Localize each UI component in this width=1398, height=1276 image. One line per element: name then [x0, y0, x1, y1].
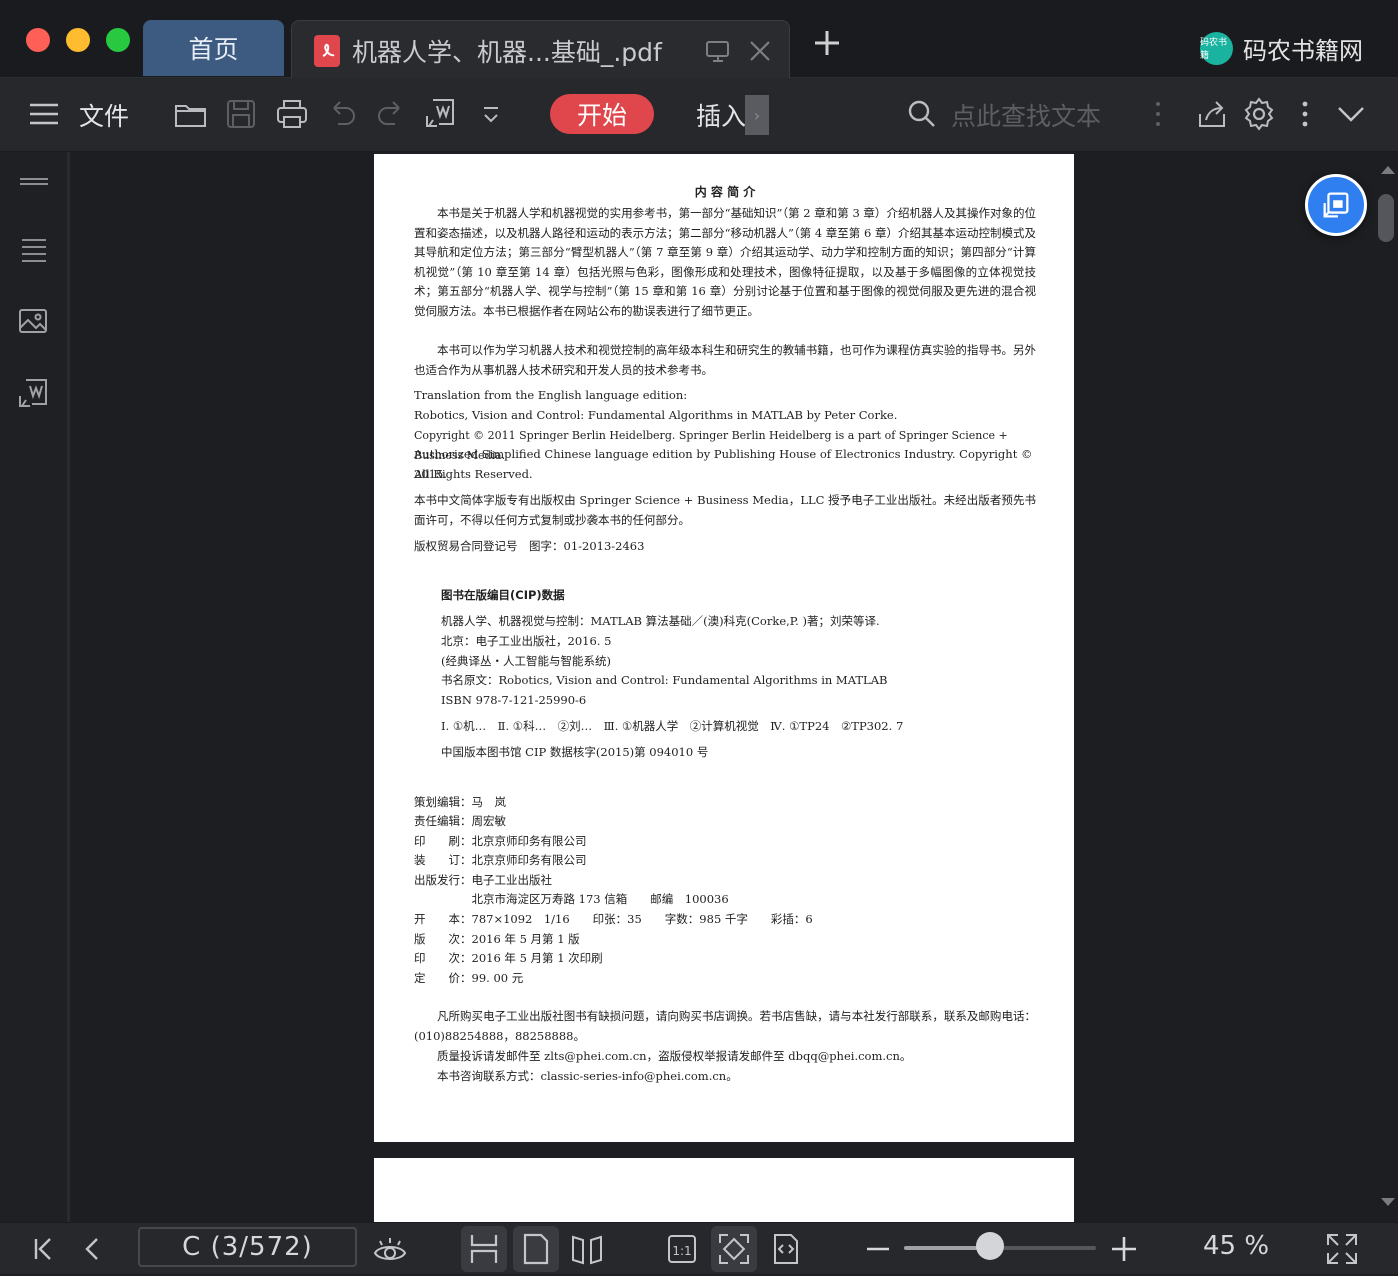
cip-line: (经典译丛・人工智能与智能系统) [441, 654, 611, 668]
zoom-in-icon[interactable] [1106, 1231, 1142, 1267]
file-menu[interactable]: 文件 [79, 97, 129, 133]
pdf-page: 内 容 简 介 本书是关于机器人学和机器视觉的实用参考书，第一部分“基础知识”（… [374, 154, 1074, 1142]
add-tab-button[interactable] [812, 28, 842, 58]
cip-line: 机器人学、机器视觉与控制：MATLAB 算法基础／(澳)科克(Corke,P. … [441, 614, 880, 628]
tab-home-label: 首页 [188, 35, 239, 64]
credit-line: 开 本：787×1092 1/16 印张：35 字数：985 千字 彩插：6 [414, 912, 813, 926]
rights-paragraph: 本书中文简体字版专有出版权由 Springer Science + Busine… [414, 493, 1036, 527]
svg-text:1:1: 1:1 [672, 1244, 691, 1258]
scrollbar-thumb[interactable] [1378, 194, 1394, 242]
cip-line: 书名原文：Robotics, Vision and Control: Funda… [441, 673, 888, 687]
intro-paragraph: 本书是关于机器人学和机器视觉的实用参考书，第一部分“基础知识”（第 2 章和第 … [414, 206, 1036, 318]
save-icon[interactable] [223, 96, 259, 132]
search-icon[interactable] [904, 96, 940, 132]
notice-paragraph: 本书咨询联系方式：classic-series-info@phei.com.cn… [437, 1069, 738, 1083]
intro-title: 内 容 简 介 [694, 185, 756, 199]
credit-line: 责任编辑：周宏敏 [414, 814, 506, 828]
brand-name: 码农书籍网 [1243, 36, 1363, 65]
monitor-icon[interactable] [705, 39, 731, 63]
brand[interactable]: 码农书籍 码农书籍网 [1200, 30, 1363, 66]
cip-number: 中国版本图书馆 CIP 数据核字(2015)第 094010 号 [441, 745, 709, 759]
floating-convert-button[interactable] [1305, 174, 1367, 236]
two-page-icon[interactable] [569, 1231, 605, 1267]
scroll-down-arrow[interactable] [1381, 1198, 1395, 1206]
zoom-level-label[interactable]: 45 % [1203, 1231, 1269, 1261]
cip-classification: Ⅰ. ①机… Ⅱ. ①科… ②刘… Ⅲ. ①机器人学 ②计算机视觉 Ⅳ. ①TP… [441, 719, 904, 733]
tab-start[interactable]: 开始 [550, 94, 654, 134]
maximize-window-button[interactable] [106, 28, 130, 52]
cip-line: 北京：电子工业出版社，2016. 5 [441, 634, 612, 648]
english-edition-line: All Rights Reserved. [414, 467, 533, 481]
notice-paragraph: 凡所购买电子工业出版社图书有缺损问题，请向购买书店调换。若书店售缺，请与本社发行… [414, 1009, 1036, 1043]
actual-size-icon[interactable]: 1:1 [664, 1231, 700, 1267]
vertical-scrollbar[interactable] [1378, 152, 1398, 1222]
pdf-to-word-icon[interactable] [16, 376, 52, 412]
cip-title: 图书在版编目(CIP)数据 [441, 588, 565, 602]
share-icon[interactable] [1194, 96, 1230, 132]
pdf-to-word-icon[interactable] [423, 96, 459, 132]
close-window-button[interactable] [26, 28, 50, 52]
image-icon[interactable] [16, 304, 52, 340]
settings-gear-icon[interactable] [1241, 96, 1277, 132]
credit-line: 印 次：2016 年 5 月第 1 次印刷 [414, 951, 603, 965]
credit-line: 出版发行：电子工业出版社 [414, 873, 552, 887]
minimize-window-button[interactable] [66, 28, 90, 52]
status-bar: C (3/572) 1:1 45 % [0, 1222, 1398, 1274]
zoom-out-icon[interactable] [860, 1231, 896, 1267]
zoom-slider-handle[interactable] [976, 1232, 1004, 1260]
first-page-icon[interactable] [26, 1231, 62, 1267]
redo-icon[interactable] [373, 96, 409, 132]
pdf-file-icon [314, 35, 340, 67]
tab-document[interactable]: 机器人学、机器...基础_.pdf [291, 20, 790, 78]
title-bar: 首页 机器人学、机器...基础_.pdf 码农书籍 码农书籍网 [0, 0, 1398, 78]
credit-line: 印 刷：北京京师印务有限公司 [414, 834, 587, 848]
document-viewport[interactable]: 内 容 简 介 本书是关于机器人学和机器视觉的实用参考书，第一部分“基础知识”（… [73, 152, 1378, 1222]
credit-line: 装 订：北京京师印务有限公司 [414, 853, 587, 867]
eye-protection-icon[interactable] [372, 1231, 408, 1267]
thumbnails-icon[interactable] [16, 164, 52, 200]
english-edition-line: Robotics, Vision and Control: Fundamenta… [414, 408, 898, 422]
collapse-toolbar-icon[interactable] [1333, 96, 1369, 132]
tab-insert[interactable]: 插入 [696, 97, 746, 133]
search-input[interactable]: 点此查找文本 [951, 97, 1101, 133]
english-edition-line: Translation from the English language ed… [414, 388, 688, 402]
intro-paragraph: 本书可以作为学习机器人技术和视觉控制的高年级本科生和研究生的教辅书籍，也可作为课… [414, 343, 1036, 377]
chevron-down-icon[interactable] [473, 96, 509, 132]
cip-line: ISBN 978-7-121-25990-6 [441, 693, 587, 707]
more-vertical-icon[interactable] [1140, 96, 1176, 132]
notice-paragraph: 质量投诉请发邮件至 zlts@phei.com.cn，盗版侵权举报请发邮件至 d… [437, 1049, 912, 1063]
credit-line: 北京市海淀区万寿路 173 信箱 邮编 100036 [414, 892, 729, 906]
close-tab-icon[interactable] [748, 39, 772, 63]
tab-home[interactable]: 首页 [143, 20, 284, 76]
print-icon[interactable] [274, 96, 310, 132]
continuous-scroll-icon[interactable] [461, 1226, 507, 1272]
single-page-icon[interactable] [513, 1226, 559, 1272]
more-options-icon[interactable] [1287, 96, 1323, 132]
tab-document-title: 机器人学、机器...基础_.pdf [352, 38, 662, 67]
credit-line: 策划编辑：马 岚 [414, 795, 506, 809]
undo-icon[interactable] [324, 96, 360, 132]
menu-icon[interactable] [26, 96, 62, 132]
credit-line: 定 价：99. 00 元 [414, 971, 524, 985]
toolbar: 文件 开始 插入 › 点此查找文本 [0, 78, 1398, 152]
fit-width-icon[interactable] [768, 1231, 804, 1267]
contract-number: 版权贸易合同登记号 图字：01-2013-2463 [414, 539, 645, 553]
brand-logo: 码农书籍 [1200, 31, 1233, 65]
page-number-input[interactable]: C (3/572) [138, 1227, 357, 1267]
convert-icon [1323, 192, 1349, 218]
left-sidebar [0, 152, 70, 1222]
credit-line: 版 次：2016 年 5 月第 1 版 [414, 932, 580, 946]
outline-icon[interactable] [16, 232, 52, 268]
pdf-page-next [374, 1158, 1074, 1222]
scroll-up-arrow[interactable] [1381, 166, 1395, 174]
fit-page-icon[interactable] [711, 1226, 757, 1272]
tab-scroll-right-button[interactable]: › [745, 95, 769, 135]
fullscreen-icon[interactable] [1324, 1231, 1360, 1267]
previous-page-icon[interactable] [75, 1231, 111, 1267]
open-folder-icon[interactable] [173, 96, 209, 132]
